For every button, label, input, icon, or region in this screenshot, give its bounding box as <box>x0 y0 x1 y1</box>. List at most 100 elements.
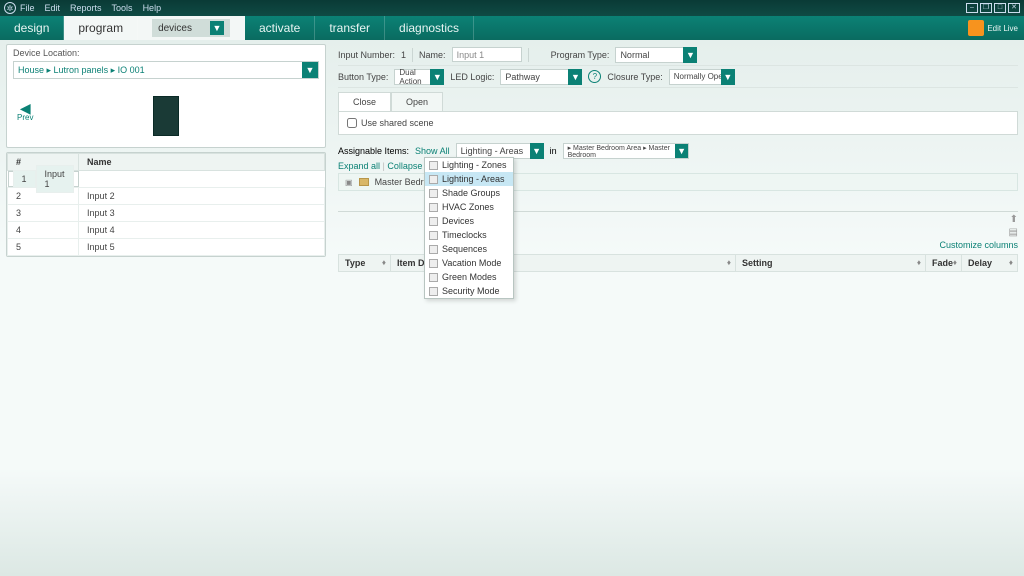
help-icon[interactable]: ? <box>588 70 601 83</box>
input-number-value: 1 <box>401 50 406 60</box>
shared-scene-checkbox[interactable]: Use shared scene <box>347 118 1009 128</box>
move-up-icon[interactable]: ⬆ <box>1010 214 1018 225</box>
cell-name: Input 5 <box>79 239 325 256</box>
chevron-down-icon: ▼ <box>675 143 689 159</box>
sort-icon[interactable]: ♦ <box>917 258 921 267</box>
menu-option-green-modes[interactable]: Green Modes <box>425 270 513 284</box>
close-window-button[interactable]: ✕ <box>1008 3 1020 13</box>
maximize-button[interactable]: □ <box>994 3 1006 13</box>
table-row[interactable]: 4Input 4 <box>8 222 325 239</box>
program-type-dropdown[interactable]: Normal▼ <box>615 47 697 63</box>
form-row-top: Input Number: 1 Name: Program Type: Norm… <box>338 44 1018 66</box>
closure-type-dropdown[interactable]: Normally Open▼ <box>669 69 735 85</box>
cell-num: 5 <box>8 239 79 256</box>
menu-option-security-mode[interactable]: Security Mode <box>425 284 513 298</box>
scope-value: ▸ Master Bedroom Area ▸ Master Bedroom <box>568 144 684 159</box>
cell-num: 1 <box>13 170 36 188</box>
closure-type-value: Normally Open <box>674 72 727 81</box>
led-logic-dropdown[interactable]: Pathway▼ <box>500 69 582 85</box>
tab-design[interactable]: design <box>0 16 64 40</box>
option-label: Security Mode <box>442 286 500 296</box>
chevron-down-icon: ▼ <box>530 143 544 159</box>
leaf-icon <box>429 273 438 282</box>
assignable-items-row: Assignable Items: Show All Lighting - Ar… <box>338 143 1018 159</box>
expand-all-link[interactable]: Expand all <box>338 161 380 171</box>
tab-close[interactable]: Close <box>338 92 391 111</box>
menu-option-devices[interactable]: Devices <box>425 214 513 228</box>
menu-option-hvac-zones[interactable]: HVAC Zones <box>425 200 513 214</box>
led-logic-value: Pathway <box>505 72 540 82</box>
closure-type-label: Closure Type: <box>607 72 662 82</box>
option-label: Lighting - Areas <box>442 174 505 184</box>
name-input[interactable] <box>452 47 522 62</box>
col-setting[interactable]: Setting♦ <box>736 255 926 272</box>
menu-file[interactable]: File <box>20 3 35 13</box>
expand-toggle-icon[interactable]: ▣ <box>345 178 353 187</box>
table-row[interactable]: 1Input 1 <box>8 171 79 187</box>
menu-option-vacation-mode[interactable]: Vacation Mode <box>425 256 513 270</box>
assignable-items-label: Assignable Items: <box>338 146 409 156</box>
menu-reports[interactable]: Reports <box>70 3 102 13</box>
col-label: Fade <box>932 258 953 268</box>
device-dropdown[interactable]: devices ▼ <box>152 19 230 37</box>
rss-icon <box>968 20 984 36</box>
tab-open[interactable]: Open <box>391 92 443 111</box>
divider <box>528 48 529 62</box>
col-delay[interactable]: Delay♦ <box>962 255 1018 272</box>
menu-option-lighting-zones[interactable]: Lighting - Zones <box>425 158 513 172</box>
option-label: Shade Groups <box>442 188 500 198</box>
menu-edit[interactable]: Edit <box>45 3 61 13</box>
table-row[interactable]: 3Input 3 <box>8 205 325 222</box>
device-dropdown-value: devices <box>158 23 192 34</box>
menu-option-sequences[interactable]: Sequences <box>425 242 513 256</box>
device-location-dropdown[interactable]: House ▸ Lutron panels ▸ IO 001 ▼ <box>13 61 319 79</box>
chevron-down-icon: ▼ <box>302 62 318 78</box>
shared-scene-input[interactable] <box>347 118 357 128</box>
menu-option-timeclocks[interactable]: Timeclocks <box>425 228 513 242</box>
cell-name: Input 3 <box>79 205 325 222</box>
restore-button[interactable]: ❐ <box>980 3 992 13</box>
tab-body: Use shared scene <box>338 111 1018 135</box>
inputs-table: # Name 1Input 1 2Input 2 3Input 3 4Input… <box>7 153 325 256</box>
main-panel: Input Number: 1 Name: Program Type: Norm… <box>332 40 1024 576</box>
col-fade[interactable]: Fade♦ <box>926 255 962 272</box>
shared-scene-label: Use shared scene <box>361 118 434 128</box>
sort-icon[interactable]: ♦ <box>953 258 957 267</box>
menu-option-shade-groups[interactable]: Shade Groups <box>425 186 513 200</box>
minimize-button[interactable]: – <box>966 3 978 13</box>
assignable-filter-menu: Lighting - Zones Lighting - Areas Shade … <box>424 157 514 299</box>
led-logic-label: LED Logic: <box>450 72 494 82</box>
prev-device-button[interactable]: ◀ Prev <box>17 103 33 122</box>
table-row[interactable]: 5Input 5 <box>8 239 325 256</box>
button-type-dropdown[interactable]: Dual Action▼ <box>394 69 444 85</box>
program-type-label: Program Type: <box>551 50 610 60</box>
device-icon <box>429 217 438 226</box>
scope-dropdown[interactable]: ▸ Master Bedroom Area ▸ Master Bedroom▼ <box>563 143 689 159</box>
tab-program[interactable]: program <box>64 16 138 40</box>
sort-icon[interactable]: ♦ <box>382 258 386 267</box>
tab-activate[interactable]: activate <box>245 16 315 40</box>
filter-icon[interactable]: ▤ <box>1009 227 1018 238</box>
col-type[interactable]: Type♦ <box>339 255 391 272</box>
edit-live-toggle[interactable]: Edit Live <box>968 16 1024 40</box>
close-open-tabs: Close Open <box>338 92 1018 111</box>
cell-name: Input 4 <box>79 222 325 239</box>
tab-transfer[interactable]: transfer <box>315 16 385 40</box>
show-all-link[interactable]: Show All <box>415 146 450 156</box>
menu-help[interactable]: Help <box>143 3 162 13</box>
arrow-left-icon: ◀ <box>17 103 33 113</box>
area-icon <box>429 175 438 184</box>
sort-icon[interactable]: ♦ <box>1009 258 1013 267</box>
cell-name: Input 1 <box>36 165 74 193</box>
tab-diagnostics[interactable]: diagnostics <box>385 16 474 40</box>
menu-tools[interactable]: Tools <box>112 3 133 13</box>
divider <box>412 48 413 62</box>
program-subselect: devices ▼ <box>138 16 245 40</box>
program-type-value: Normal <box>620 50 649 60</box>
col-name[interactable]: Name <box>79 154 325 171</box>
hvac-icon <box>429 203 438 212</box>
sidebar: Device Location: House ▸ Lutron panels ▸… <box>0 40 332 576</box>
option-label: HVAC Zones <box>442 202 494 212</box>
sort-icon[interactable]: ♦ <box>727 258 731 267</box>
menu-option-lighting-areas[interactable]: Lighting - Areas <box>425 172 513 186</box>
